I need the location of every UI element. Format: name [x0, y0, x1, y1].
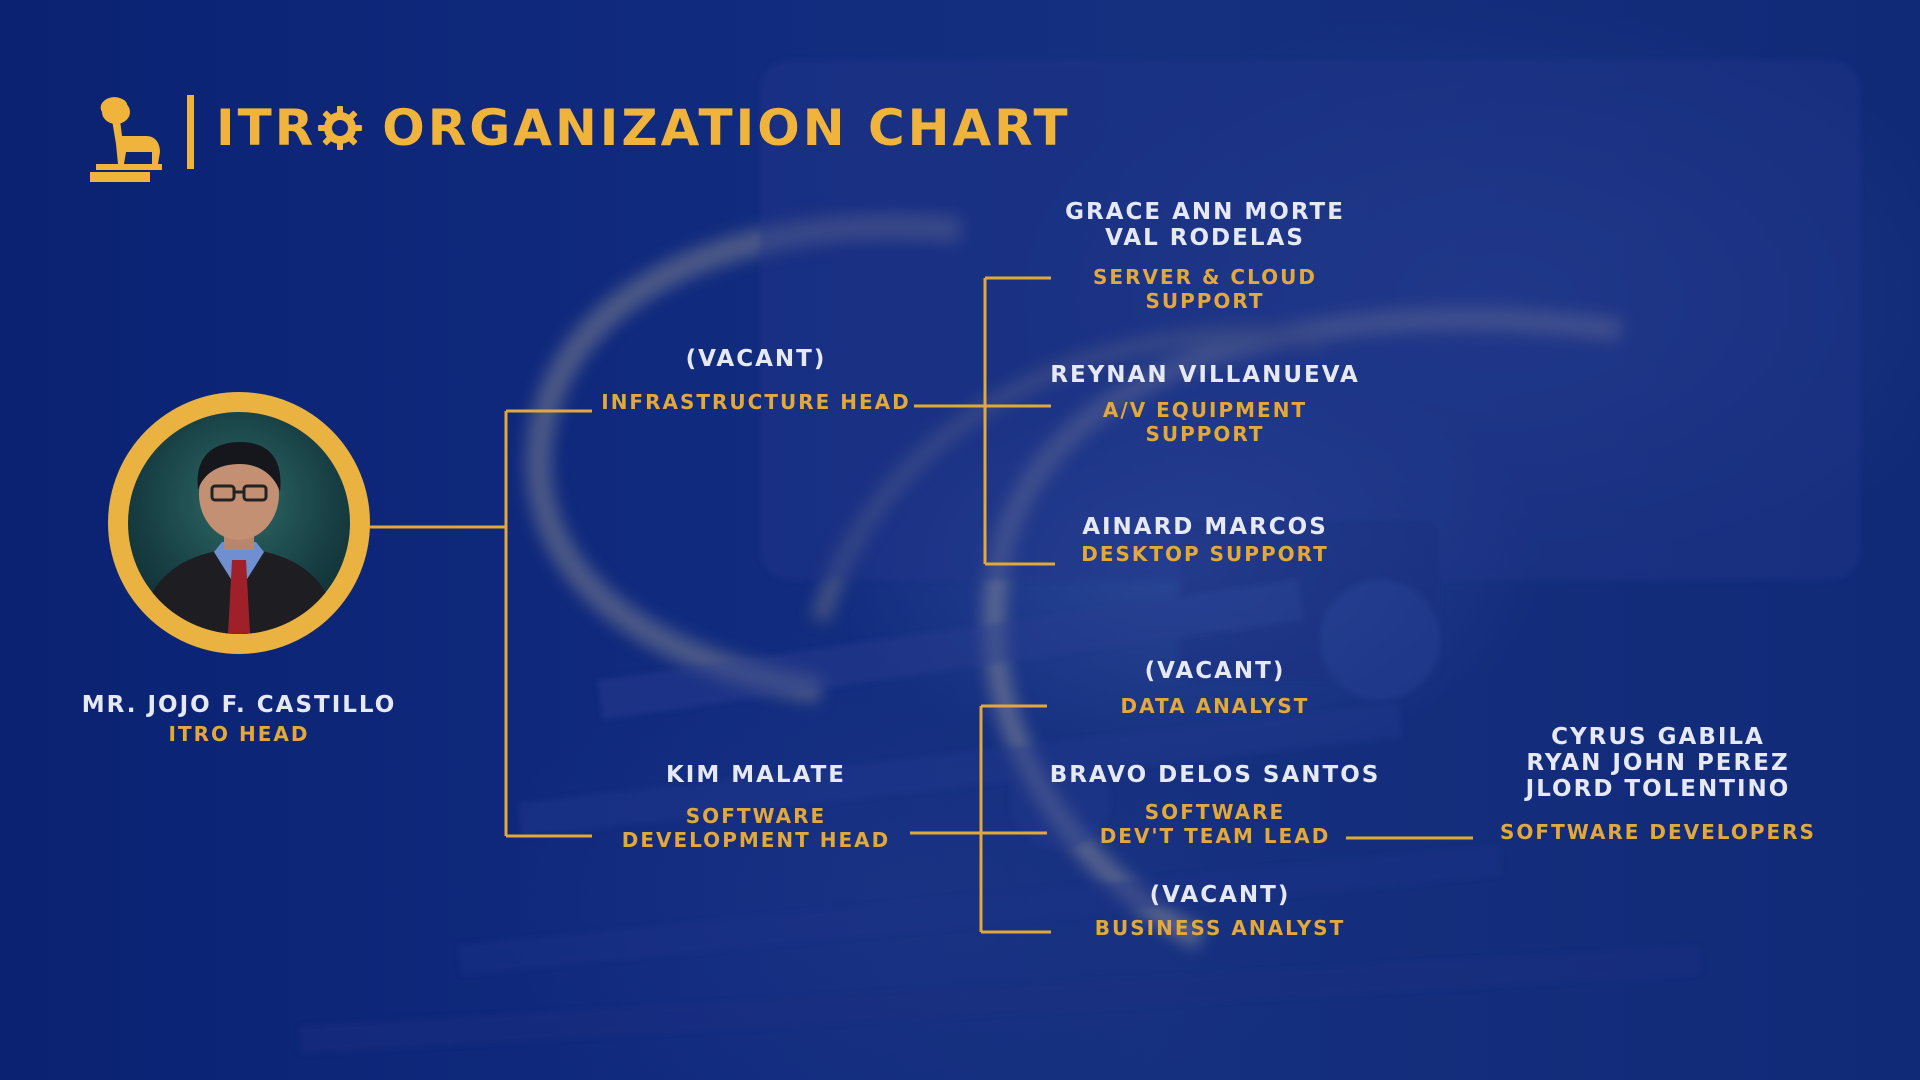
- member-name: (VACANT): [1149, 882, 1291, 908]
- desktop-support-node: AINARD MARCOS DESKTOP SUPPORT: [1040, 514, 1370, 566]
- itro-head-node: MR. JOJO F. CASTILLO ITRO HEAD: [38, 692, 440, 746]
- developer-name: JLORD TOLENTINO: [1525, 776, 1791, 802]
- software-head-role: SOFTWARE: [685, 804, 827, 828]
- member-name: REYNAN VILLANUEVA: [1050, 362, 1360, 388]
- person-portrait-image: [138, 442, 340, 634]
- head-photo-frame: [108, 392, 370, 654]
- itro-head-role: ITRO HEAD: [168, 722, 310, 746]
- data-analyst-node: (VACANT) DATA ANALYST: [1040, 658, 1390, 718]
- member-role: DATA ANALYST: [1120, 694, 1310, 718]
- head-photo: [128, 412, 350, 634]
- member-role: SOFTWARE: [1144, 800, 1286, 824]
- business-analyst-node: (VACANT) BUSINESS ANALYST: [1040, 882, 1400, 940]
- member-role: DESKTOP SUPPORT: [1081, 542, 1329, 566]
- member-name: (VACANT): [1144, 658, 1286, 684]
- member-role: BUSINESS ANALYST: [1094, 916, 1346, 940]
- infrastructure-head-node: (VACANT) INFRASTRUCTURE HEAD: [582, 346, 930, 414]
- software-developers-node: CYRUS GABILA RYAN JOHN PEREZ JLORD TOLEN…: [1490, 724, 1826, 844]
- infrastructure-head-name: (VACANT): [685, 346, 827, 372]
- av-equipment-support-node: REYNAN VILLANUEVA A/V EQUIPMENT SUPPORT: [1040, 362, 1370, 446]
- dev-team-lead-node: BRAVO DELOS SANTOS SOFTWARE DEV'T TEAM L…: [1040, 762, 1390, 848]
- software-head-node: KIM MALATE SOFTWARE DEVELOPMENT HEAD: [582, 762, 930, 852]
- member-role: SUPPORT: [1145, 289, 1265, 313]
- itro-head-name: MR. JOJO F. CASTILLO: [81, 692, 397, 718]
- org-chart-slide: ITR ORGANIZATION CHART MR. JOJO F. CASTI…: [0, 0, 1920, 1080]
- member-name: BRAVO DELOS SANTOS: [1049, 762, 1381, 788]
- software-head-role: DEVELOPMENT HEAD: [621, 828, 891, 852]
- member-name: VAL RODELAS: [1105, 225, 1305, 251]
- infrastructure-head-role: INFRASTRUCTURE HEAD: [601, 390, 911, 414]
- server-cloud-support-node: GRACE ANN MORTE VAL RODELAS SERVER & CLO…: [1040, 199, 1370, 313]
- developers-role: SOFTWARE DEVELOPERS: [1500, 820, 1816, 844]
- member-name: GRACE ANN MORTE: [1065, 199, 1345, 225]
- member-name: AINARD MARCOS: [1082, 514, 1328, 540]
- member-role: A/V EQUIPMENT: [1102, 398, 1308, 422]
- developer-name: CYRUS GABILA: [1551, 724, 1765, 750]
- member-role: DEV'T TEAM LEAD: [1099, 824, 1331, 848]
- member-role: SERVER & CLOUD: [1093, 265, 1317, 289]
- developer-name: RYAN JOHN PEREZ: [1526, 750, 1790, 776]
- software-head-name: KIM MALATE: [665, 762, 847, 788]
- member-role: SUPPORT: [1145, 422, 1265, 446]
